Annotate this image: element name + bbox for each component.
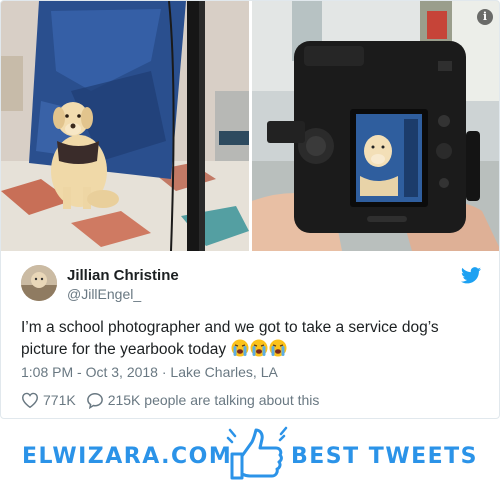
thumbs-up-icon <box>226 426 288 480</box>
avatar[interactable] <box>21 265 57 301</box>
tweet-card: i Jillian Christine @JillEngel_ I’m a sc… <box>0 0 500 419</box>
heart-icon[interactable] <box>21 392 39 408</box>
loudly-crying-face-icon <box>231 339 249 357</box>
like-count[interactable]: 771K <box>43 392 76 408</box>
speech-bubble-icon[interactable] <box>86 392 104 409</box>
photo-camera-screen[interactable]: i <box>252 1 499 251</box>
author-name[interactable]: Jillian Christine <box>67 267 179 284</box>
loudly-crying-face-icon <box>250 339 268 357</box>
tweet-location[interactable]: Lake Charles, LA <box>170 364 277 380</box>
author-handle[interactable]: @JillEngel_ <box>67 286 141 302</box>
tweet-actions: 771K 215K people are talking about this <box>21 390 319 410</box>
tweet-photos[interactable]: i <box>1 1 499 251</box>
info-icon[interactable]: i <box>477 9 493 25</box>
tweet-header: Jillian Christine @JillEngel_ <box>21 265 481 305</box>
brand-tagline: BEST TWEETS <box>291 444 478 469</box>
tweet-body: I’m a school photographer and we got to … <box>21 319 439 358</box>
loudly-crying-face-icon <box>269 339 287 357</box>
meta-separator: · <box>157 364 171 380</box>
brand-site-name: ELWIZARA.COM <box>22 444 233 469</box>
tweet-timestamp[interactable]: 1:08 PM - Oct 3, 2018 <box>21 364 158 380</box>
tweet-text: I’m a school photographer and we got to … <box>21 317 483 361</box>
photo-dog-backdrop[interactable] <box>1 1 249 251</box>
tweet-meta: 1:08 PM - Oct 3, 2018 · Lake Charles, LA <box>21 364 278 380</box>
talking-count[interactable]: 215K people are talking about this <box>108 392 320 408</box>
branding-footer: ELWIZARA.COM BEST TWEETS <box>0 424 500 494</box>
twitter-bird-icon[interactable] <box>461 267 481 284</box>
